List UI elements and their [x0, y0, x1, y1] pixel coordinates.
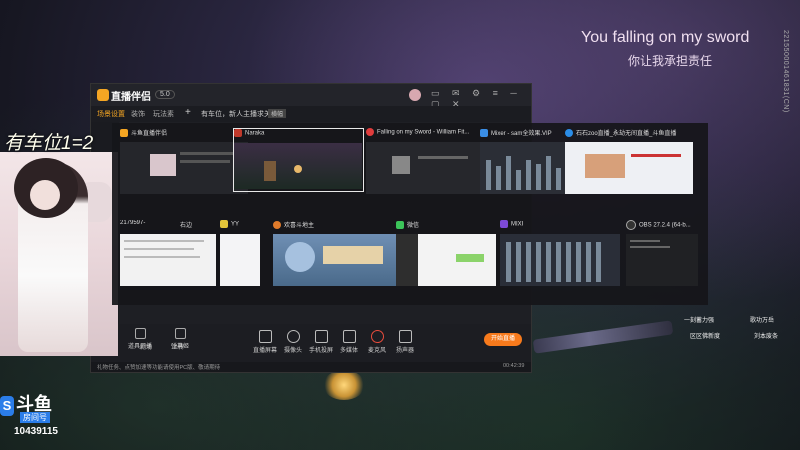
switcher-tile-music[interactable]: Falling on my Sword - William Fit... [366, 128, 494, 198]
room-number: 10439115 [14, 426, 58, 437]
switcher-tile-wechat[interactable]: 微信 [396, 220, 496, 290]
start-stream-button[interactable]: 开始直播 [484, 333, 522, 346]
tab-play[interactable]: 玩法素 [153, 109, 174, 119]
window-thumbnail [220, 234, 260, 286]
song-subtitle: 你让我承担责任 [628, 54, 713, 68]
add-tab-button[interactable]: + [185, 107, 191, 118]
app-logo-icon [97, 89, 109, 101]
hud-label-2: 歌功万岳 [750, 318, 775, 324]
switcher-tile-2179597[interactable]: 2179597- 右边 [120, 220, 216, 290]
app-titlebar[interactable]: 直播伴侣 5.0 ▭ ✉ ⚙ ≡ ─ ▢ ✕ [91, 84, 531, 109]
lantern-glow [323, 370, 365, 400]
window-thumbnail [500, 234, 620, 286]
notice-text: 有车位，新人主播求关注 [201, 111, 278, 118]
theater-button[interactable]: 剧场 [131, 342, 161, 351]
app-icon [396, 221, 404, 230]
hud-label-4: 刘本废条 [754, 334, 779, 340]
tab-scene[interactable]: 场景设置 [97, 109, 125, 119]
upload-button[interactable]: 上传 [163, 342, 193, 351]
monitor-icon [258, 330, 272, 343]
app-icon [120, 129, 128, 138]
switcher-tile-naraka[interactable]: Naraka [233, 128, 364, 192]
props-icon [134, 328, 146, 339]
microphone-icon [370, 330, 384, 343]
stream-timer: 00:42:39 [503, 363, 525, 369]
seat-overlay-text: 有车位1=2 [4, 133, 94, 154]
app-icon [234, 129, 242, 137]
app-name: 直播伴侣 [111, 92, 151, 103]
camera-icon [286, 330, 300, 343]
app-version-badge: 5.0 [155, 90, 175, 99]
status-message: 礼物任务、点赞加速等功能请使用PC版、敬请期待 [97, 365, 221, 371]
webcam-feed [0, 152, 118, 356]
task-switcher: 斗鱼直播伴侣 Naraka Falling on my Sword - Will… [112, 123, 708, 305]
tab-decor[interactable]: 装饰 [131, 109, 145, 119]
danmaku-icon [174, 328, 186, 339]
media-icon [342, 330, 356, 343]
app-icon [480, 129, 488, 138]
switcher-tile-obs[interactable]: OBS 27.2.4 (64-b... [626, 220, 698, 290]
douyu-watermark: S 斗鱼 房间号 10439115 [0, 390, 62, 446]
douyu-logo-icon: S [0, 396, 14, 416]
speaker-icon [398, 330, 412, 343]
streamer-face [30, 180, 60, 210]
speaker-button[interactable]: 扬声器 [388, 330, 422, 354]
hud-label-1: 一刻蓄力强 [684, 318, 715, 324]
switcher-tile-yy[interactable]: YY [220, 220, 260, 290]
switcher-tile-mixi[interactable]: MIXI [500, 220, 620, 290]
app-icon [220, 220, 228, 228]
song-title: You falling on my sword [581, 29, 750, 46]
obs-icon [626, 220, 636, 230]
vertical-id: 221550001461831(CN) [782, 30, 789, 113]
phone-icon [314, 330, 328, 343]
app-icon [565, 129, 573, 138]
window-thumbnail [565, 142, 693, 194]
notice-button[interactable]: 横幅 [268, 109, 287, 118]
app-icon [273, 221, 281, 230]
room-label: 房间号 [20, 412, 50, 423]
window-thumbnail [273, 234, 401, 286]
window-thumbnail [396, 234, 496, 286]
app-icon [500, 220, 508, 228]
window-thumbnail [626, 234, 698, 286]
window-thumbnail [234, 143, 362, 189]
switcher-tile-browser[interactable]: 石石zoo直播_永劫无间直播_斗鱼直播 [565, 128, 693, 198]
hud-label-3: 区区佛新度 [690, 334, 721, 340]
scene-tabs: 场景设置 装饰 玩法素 + 有车位，新人主播求关注 横幅 [91, 106, 531, 122]
app-icon [366, 128, 374, 136]
switcher-tile-douyu[interactable]: 斗鱼直播伴侣 [120, 128, 248, 198]
status-bar: 礼物任务、点赞加速等功能请使用PC版、敬请期待 00:42:39 [91, 362, 531, 372]
switcher-tile-doudizhu[interactable]: 欢喜斗地主 [273, 220, 401, 290]
window-thumbnail [366, 142, 494, 194]
window-thumbnail [120, 142, 248, 194]
avatar[interactable] [409, 89, 421, 101]
window-thumbnail [120, 234, 216, 286]
